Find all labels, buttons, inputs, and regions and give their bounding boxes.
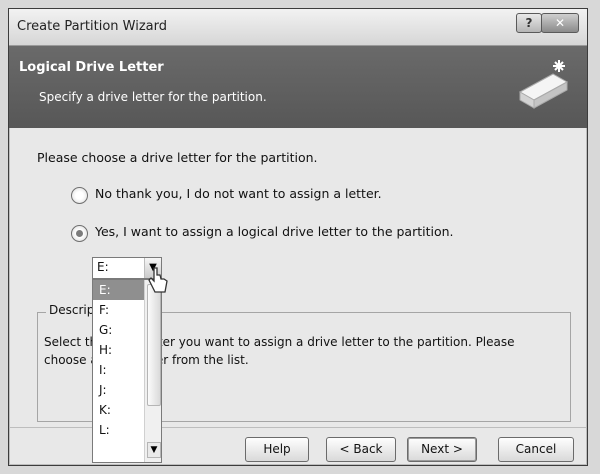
no-letter-radio[interactable] [71, 187, 88, 204]
banner-title: Logical Drive Letter [19, 60, 164, 75]
title-bar: Create Partition Wizard ? ✕ [9, 9, 587, 46]
assign-letter-label[interactable]: Yes, I want to assign a logical drive le… [95, 224, 454, 239]
help-button[interactable]: Help [245, 437, 309, 462]
back-button[interactable]: < Back [326, 437, 396, 462]
list-scrollbar[interactable]: ▼ [144, 280, 161, 462]
close-button[interactable]: ✕ [541, 13, 579, 33]
drive-letter-list[interactable]: E: F: G: H: I: J: K: L: ▼ [92, 279, 162, 463]
mouse-cursor-icon [148, 267, 168, 293]
no-letter-label[interactable]: No thank you, I do not want to assign a … [95, 186, 382, 201]
scroll-thumb[interactable] [147, 284, 161, 406]
dropdown-selected-value: E: [97, 260, 109, 274]
prompt-text: Please choose a drive letter for the par… [37, 150, 318, 165]
help-title-button[interactable]: ? [516, 13, 542, 33]
cancel-button[interactable]: Cancel [498, 437, 574, 462]
banner-subtitle: Specify a drive letter for the partition… [39, 90, 267, 104]
create-partition-wizard-window: Create Partition Wizard ? ✕ Logical Driv… [8, 8, 588, 466]
window-title: Create Partition Wizard [17, 19, 167, 34]
assign-letter-radio[interactable] [71, 225, 88, 242]
drive-icon [518, 60, 569, 109]
wizard-banner: Logical Drive Letter Specify a drive let… [9, 46, 587, 128]
scroll-down-icon[interactable]: ▼ [147, 442, 161, 458]
next-button[interactable]: Next > [407, 437, 477, 462]
